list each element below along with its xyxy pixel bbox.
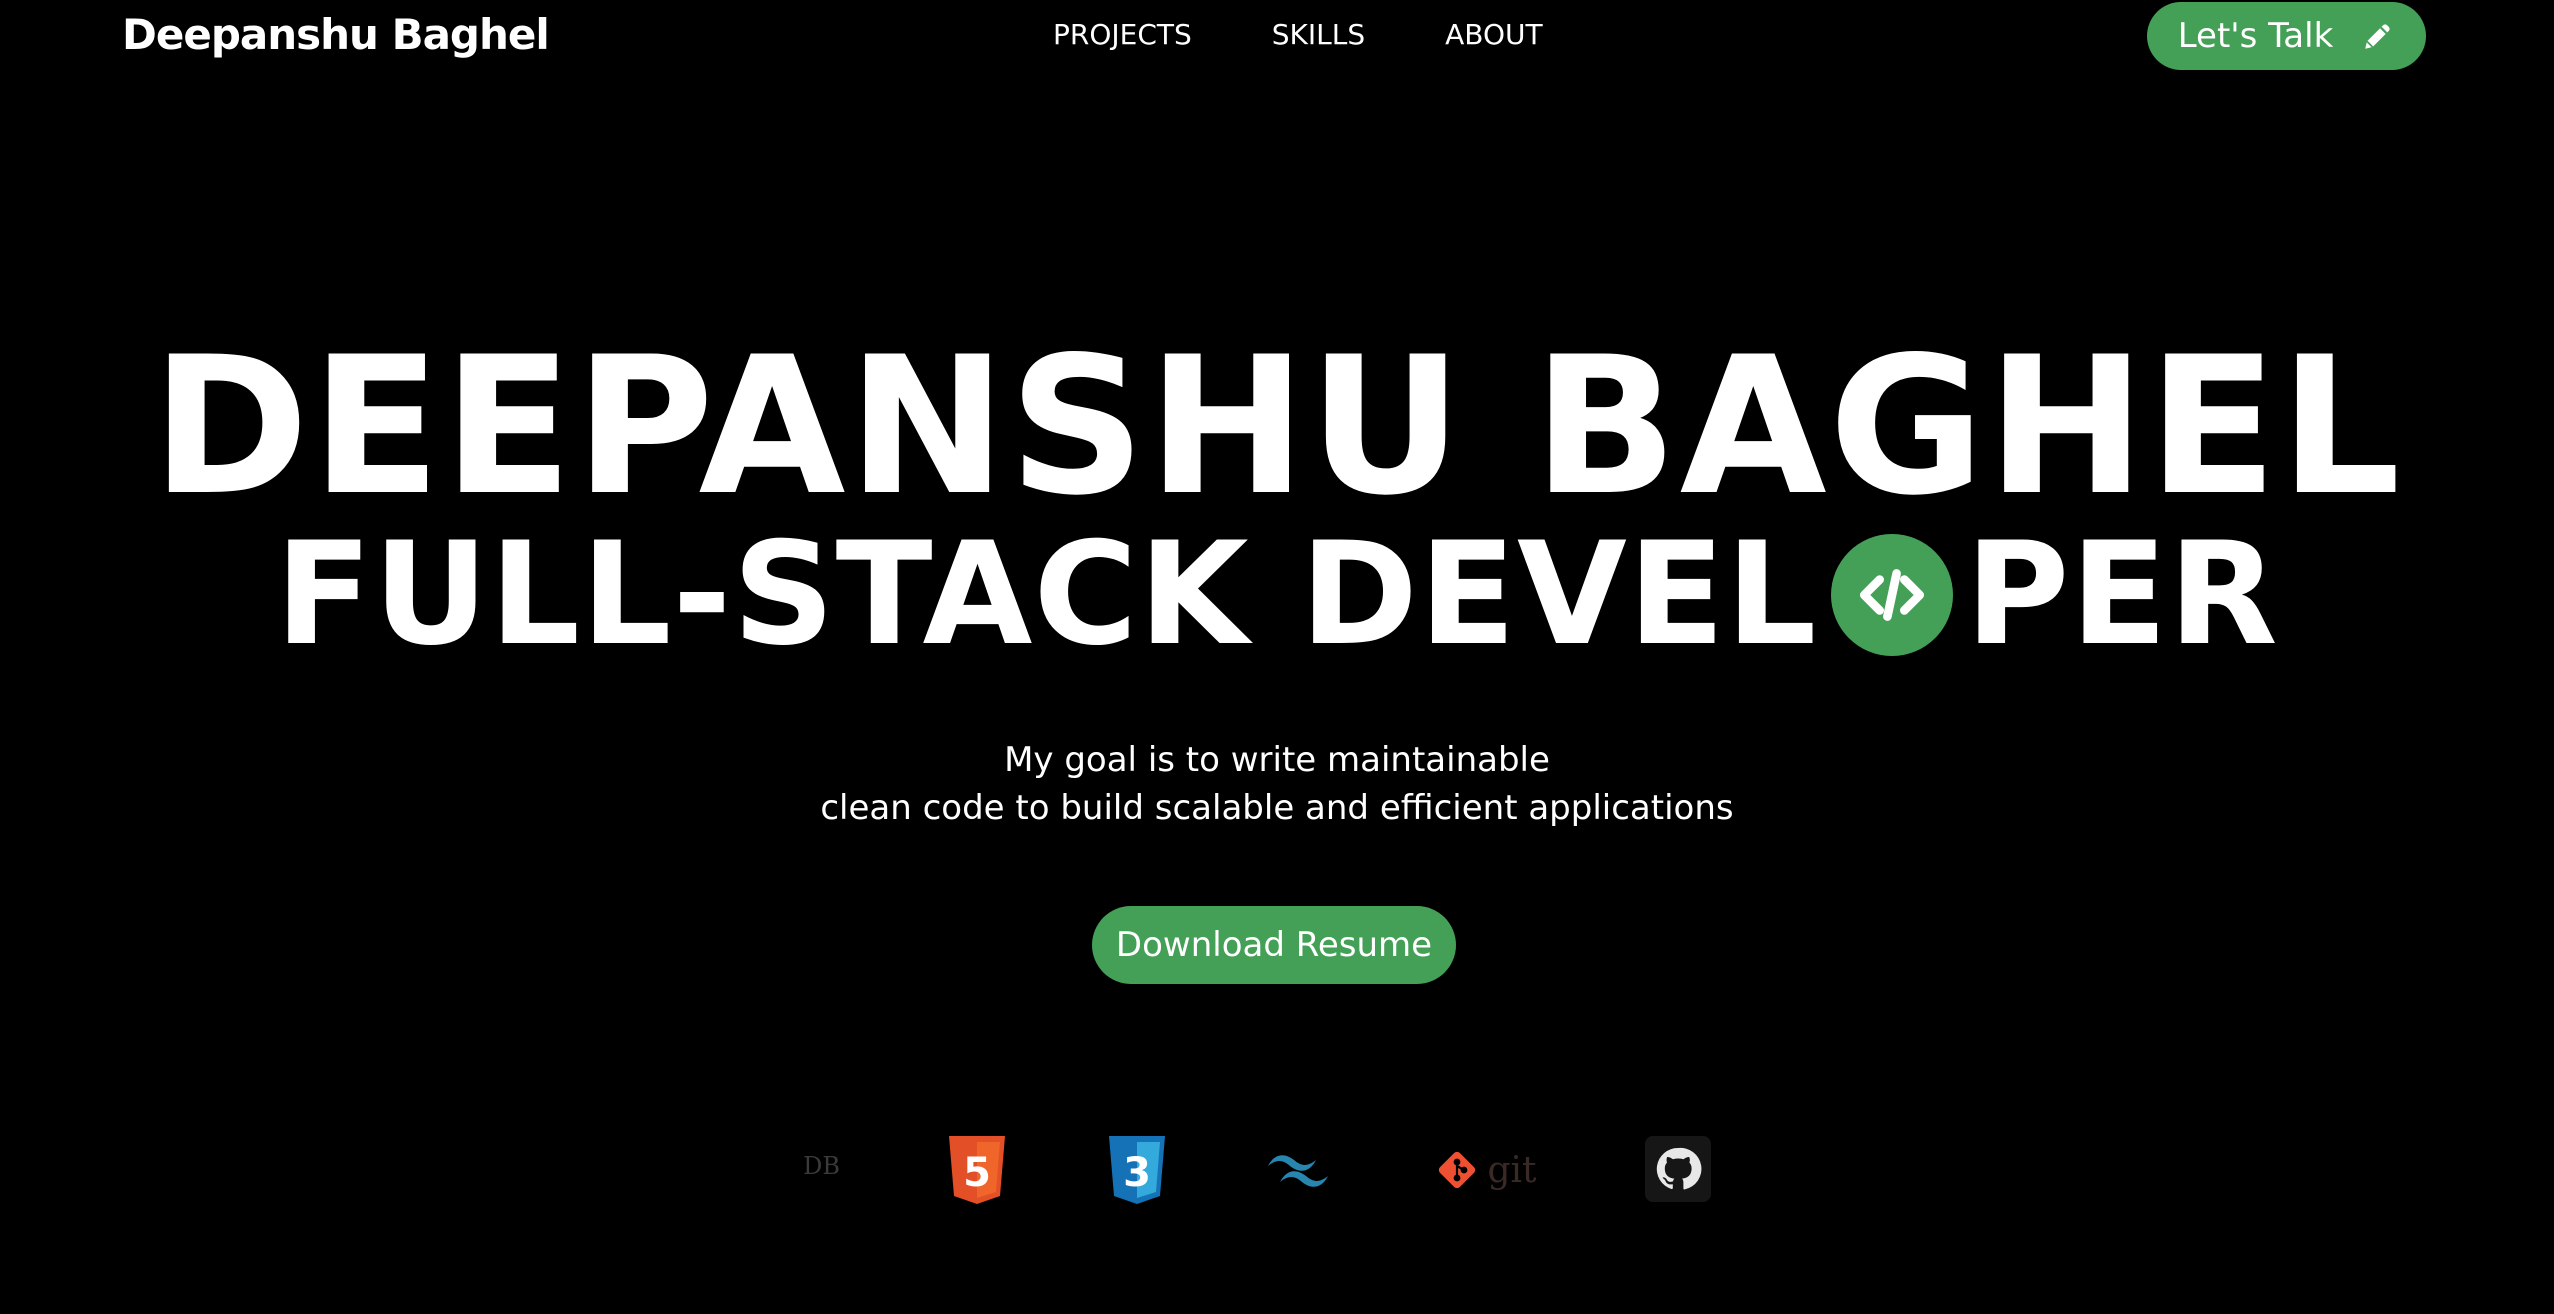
nav-link-about[interactable]: ABOUT <box>1445 18 1543 51</box>
hero-name: DEEPANSHU BAGHEL <box>151 316 2403 537</box>
tagline-line-1: My goal is to write maintainable <box>1004 740 1550 780</box>
mongodb-icon: DB <box>760 1130 840 1210</box>
css3-number: 3 <box>1123 1150 1151 1196</box>
code-icon <box>1831 534 1954 656</box>
lets-talk-label: Let's Talk <box>2177 16 2334 56</box>
mongodb-label: DB <box>803 1152 840 1180</box>
hero-role-end: PER <box>1965 512 2279 677</box>
github-icon <box>1645 1136 1711 1202</box>
nav-link-projects[interactable]: PROJECTS <box>1053 18 1192 51</box>
hero-role: FULL-STACK DEVEL PER <box>0 515 2554 675</box>
tailwind-icon <box>1260 1142 1336 1198</box>
nav-links: PROJECTS SKILLS ABOUT <box>1053 18 1543 51</box>
brand-logo-text[interactable]: Deepanshu Baghel <box>122 10 550 59</box>
git-icon: git <box>1430 1140 1540 1200</box>
hero-tagline: My goal is to write maintainable clean c… <box>0 736 2554 832</box>
html5-icon: 5 <box>945 1134 1009 1206</box>
git-label: git <box>1487 1149 1537 1191</box>
download-resume-button[interactable]: Download Resume <box>1092 906 1456 984</box>
navbar: Deepanshu Baghel PROJECTS SKILLS ABOUT L… <box>0 0 2554 72</box>
pencil-icon <box>2361 19 2395 53</box>
tagline-line-2: clean code to build scalable and efficie… <box>820 788 1734 828</box>
tech-logo-strip: DB 5 3 git <box>760 1130 1780 1210</box>
html5-number: 5 <box>963 1150 991 1196</box>
nav-link-skills[interactable]: SKILLS <box>1272 18 1365 51</box>
hero-role-start: FULL-STACK DEVEL <box>275 512 1818 677</box>
css3-icon: 3 <box>1105 1134 1169 1206</box>
lets-talk-button[interactable]: Let's Talk <box>2147 2 2426 70</box>
